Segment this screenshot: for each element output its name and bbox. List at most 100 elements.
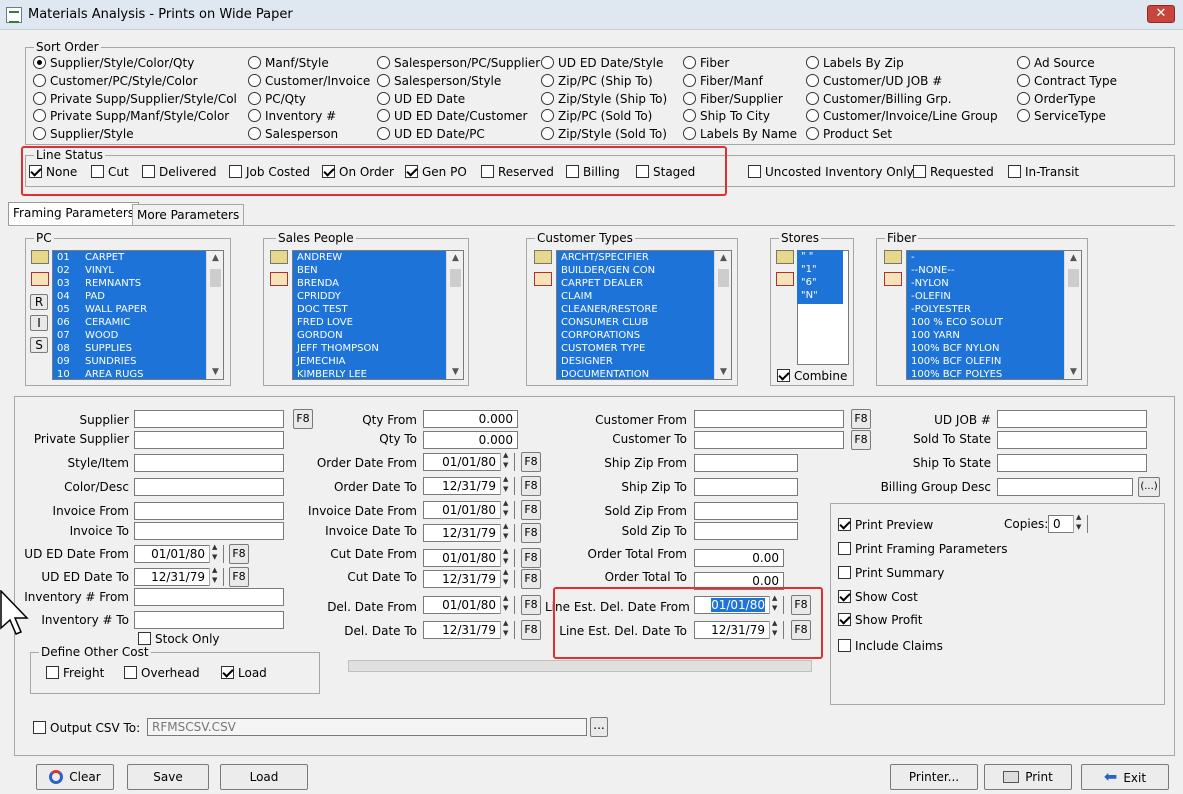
list-item[interactable]: 05 WALL PAPER [53,303,223,316]
supplier-input[interactable] [134,410,284,428]
inv-date-from-spinner[interactable] [500,499,514,519]
stores-list[interactable]: " " "1" "6" "N" [797,250,843,304]
sort-option-radio[interactable]: Customer/Invoice [248,73,370,89]
list-item[interactable]: KIMBERLY LEE [293,368,463,379]
list-item[interactable]: 01 CARPET [53,251,223,264]
list-item[interactable]: CONSUMER CLUB [557,316,731,329]
print-option-checkbox[interactable]: Print Summary [838,565,944,581]
list-item[interactable]: DOC TEST [293,303,463,316]
sort-option-radio[interactable]: Supplier/Style/Color/Qty [33,55,194,71]
list-scrollbar[interactable]: ▲ ▼ [1064,251,1081,379]
fiber-list[interactable]: - --NONE-- -NYLON -OLEFIN -POLYESTER 100 % EC… [906,250,1082,380]
sort-option-radio[interactable]: UD ED Date/PC [377,126,485,142]
inv-date-to-f8-button[interactable]: F8 [521,523,541,543]
sort-option-radio[interactable]: ServiceType [1017,108,1106,124]
color-desc-input[interactable] [134,478,284,496]
customer-to-f8-button[interactable]: F8 [851,430,871,450]
billing-group-browse-button[interactable]: (...) [1138,477,1160,497]
sort-option-radio[interactable]: Customer/PC/Style/Color [33,73,198,89]
pc-s-button[interactable]: S [30,337,48,353]
inv-date-from-f8-button[interactable]: F8 [521,500,541,520]
scroll-thumb[interactable] [1068,269,1079,287]
customer-from-input[interactable] [694,410,844,428]
list-item[interactable]: -POLYESTER [907,303,1081,316]
sort-option-radio[interactable]: Ship To City [683,108,770,124]
deselect-all-icon[interactable] [270,272,288,286]
select-all-icon[interactable] [884,250,902,264]
billing-group-desc-input[interactable] [997,478,1133,496]
select-all-icon[interactable] [270,250,288,264]
exit-button[interactable]: ⬅ Exit [1081,764,1169,790]
cut-to-f8-button[interactable]: F8 [521,569,541,589]
inventory-to-input[interactable] [134,611,284,629]
list-item[interactable]: -NYLON [907,277,1081,290]
printer-button[interactable]: Printer... [890,764,978,790]
inv-date-to-spinner[interactable] [500,522,514,542]
line-status-extra-checkbox[interactable]: In-Transit [1008,164,1079,180]
sort-option-radio[interactable]: Fiber [683,55,729,71]
order-from-f8-button[interactable]: F8 [521,452,541,472]
sort-option-radio[interactable]: Salesperson/PC/Supplier [377,55,540,71]
list-item[interactable]: 04 PAD [53,290,223,303]
cut-from-spinner[interactable] [500,547,514,567]
output-csv-browse-button[interactable]: ... [590,717,608,737]
ud-ed-date-from-f8-button[interactable]: F8 [229,544,249,564]
qty-to-input[interactable]: 0.000 [423,431,518,449]
list-item[interactable]: 100% BCF POLYES [907,368,1081,379]
list-scrollbar[interactable]: ▲ ▼ [714,251,731,379]
select-all-icon[interactable] [534,250,552,264]
sort-option-radio[interactable]: UD ED Date/Style [541,55,663,71]
list-item[interactable]: "1" [797,263,843,276]
sort-option-radio[interactable]: Private Supp/Supplier/Style/Col [33,91,237,107]
sort-option-radio[interactable]: PC/Qty [248,91,306,107]
list-item[interactable]: 10 AREA RUGS [53,368,223,379]
ship-zip-from-input[interactable] [694,454,798,472]
list-item[interactable]: --NONE-- [907,264,1081,277]
print-option-checkbox[interactable]: Include Claims [838,638,943,654]
scroll-up-icon[interactable]: ▲ [1065,251,1081,265]
sold-to-state-input[interactable] [997,431,1147,449]
sort-option-radio[interactable]: Customer/Billing Grp. [806,91,952,107]
tab-more-parameters[interactable]: More Parameters [132,204,245,226]
list-scrollbar[interactable]: ▲ ▼ [446,251,463,379]
list-item[interactable]: 02 VINYL [53,264,223,277]
list-item[interactable]: DOCUMENTATION [557,368,731,379]
order-to-f8-button[interactable]: F8 [521,476,541,496]
sales-people-list[interactable]: ANDREW BEN BRENDA CPRIDDY DOC TEST FRED LOVE G… [292,250,464,380]
line-status-extra-checkbox[interactable]: Requested [913,164,994,180]
list-item[interactable]: FRED LOVE [293,316,463,329]
sort-option-radio[interactable]: Fiber/Supplier [683,91,783,107]
scroll-up-icon[interactable]: ▲ [207,251,223,265]
list-item[interactable]: 03 REMNANTS [53,277,223,290]
deselect-all-icon[interactable] [884,272,902,286]
list-item[interactable]: 08 SUPPLIES [53,342,223,355]
sort-option-radio[interactable]: Salesperson/Style [377,73,501,89]
list-item[interactable]: 07 WOOD [53,329,223,342]
list-item[interactable]: 100 % ECO SOLUT [907,316,1081,329]
list-item[interactable]: CLEANER/RESTORE [557,303,731,316]
pc-list[interactable]: 01 CARPET 02 VINYL 03 REMNANTS 04 PAD 05 WALL PAP… [52,250,224,380]
output-csv-input[interactable]: RFMSCSV.CSV [147,718,587,736]
sort-option-radio[interactable]: Customer/UD JOB # [806,73,942,89]
order-from-spinner[interactable] [500,451,514,471]
print-option-checkbox[interactable]: Print Preview [838,517,933,533]
list-item[interactable]: 100 YARN [907,329,1081,342]
sort-option-radio[interactable]: Zip/PC (Sold To) [541,108,652,124]
list-item[interactable]: CORPORATIONS [557,329,731,342]
private-supplier-input[interactable] [134,431,284,449]
invoice-from-input[interactable] [134,502,284,520]
sort-option-radio[interactable]: Manf/Style [248,55,329,71]
list-item[interactable]: ARCHT/SPECIFIER [557,251,731,264]
ud-job-input[interactable] [997,410,1147,428]
del-to-f8-button[interactable]: F8 [521,620,541,640]
list-item[interactable]: JEFF THOMPSON [293,342,463,355]
ud-ed-date-from-spinner[interactable] [209,543,223,563]
list-item[interactable]: "6" [797,276,843,289]
sort-option-radio[interactable]: UD ED Date/Customer [377,108,528,124]
print-option-checkbox[interactable]: Show Cost [838,589,918,605]
list-item[interactable]: CARPET DEALER [557,277,731,290]
tab-framing-parameters[interactable]: Framing Parameters [8,202,140,226]
load-button[interactable]: Load [220,764,308,790]
del-from-spinner[interactable] [500,594,514,614]
print-button[interactable]: Print [984,764,1072,790]
